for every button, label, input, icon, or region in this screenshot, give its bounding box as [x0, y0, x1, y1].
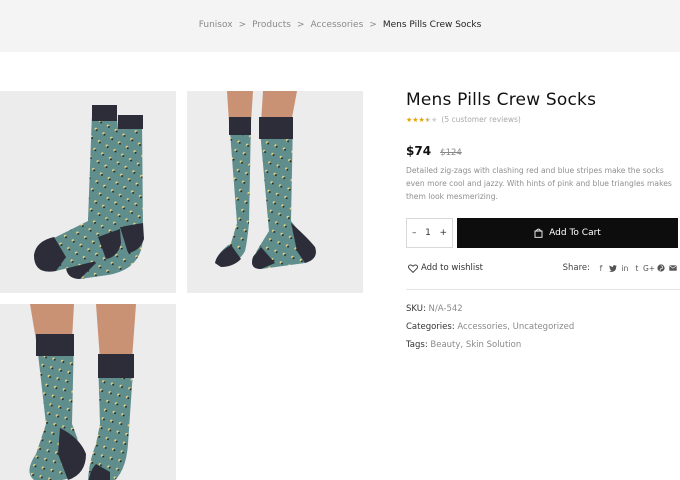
quantity-stepper[interactable]: – 1 + [406, 218, 453, 248]
product-description: Detailed zig-zags with clashing red and … [406, 166, 672, 201]
add-to-cart-button[interactable]: Add To Cart [457, 218, 678, 248]
product-image-flat[interactable] [0, 91, 176, 293]
tags-row: Tags: Beauty, Skin Solution [406, 340, 521, 350]
breadcrumb-separator: > [369, 20, 377, 30]
twitter-icon[interactable] [608, 263, 618, 273]
product-image-closeup[interactable] [0, 304, 176, 480]
breadcrumb: Funisox > Products > Accessories > Mens Pills … [0, 20, 680, 30]
tumblr-icon[interactable]: t [632, 263, 642, 273]
socks-flat-illustration [34, 105, 144, 279]
original-price: $124 [440, 148, 462, 158]
wishlist-label: Add to wishlist [421, 263, 484, 273]
quantity-decrement-button[interactable]: – [412, 228, 417, 238]
category-separator: , [507, 322, 510, 332]
current-price: $74 [406, 144, 432, 158]
rating-stars: ★★★★★★ [406, 115, 438, 124]
breadcrumb-products[interactable]: Products [252, 20, 291, 30]
facebook-icon[interactable]: f [596, 263, 606, 273]
product-image-worn[interactable] [187, 91, 363, 293]
linkedin-icon[interactable]: in [620, 263, 630, 273]
shopping-bag-icon [534, 228, 543, 238]
quantity-value[interactable]: 1 [425, 228, 431, 238]
categories-row: Categories: Accessories, Uncategorized [406, 322, 574, 332]
breadcrumb-separator: > [238, 20, 247, 30]
google-plus-icon[interactable]: G+ [643, 263, 655, 273]
breadcrumb-bar: Funisox > Products > Accessories > Mens Pills … [0, 0, 680, 52]
product-price: $74 $124 [406, 140, 462, 159]
categories-label: Categories: [406, 322, 455, 332]
tag-separator: , [460, 340, 464, 350]
sku-label: SKU: [406, 304, 426, 314]
tag-link-skin-solution[interactable]: Skin Solution [466, 340, 521, 350]
product-rating[interactable]: ★★★★★★ (5 customer reviews) [406, 115, 521, 124]
socks-worn-illustration [215, 91, 316, 269]
section-divider [406, 289, 680, 290]
share-label: Share: [562, 263, 590, 273]
breadcrumb-accessories[interactable]: Accessories [311, 20, 364, 30]
category-link-accessories[interactable]: Accessories [457, 322, 507, 332]
breadcrumb-current: Mens Pills Crew Socks [382, 20, 482, 30]
product-title: Mens Pills Crew Socks [406, 90, 597, 110]
heart-icon [408, 263, 418, 273]
add-to-wishlist-button[interactable]: Add to wishlist [408, 263, 483, 273]
sku-row: SKU: N/A-542 [406, 304, 463, 314]
tags-label: Tags: [406, 340, 428, 350]
quantity-increment-button[interactable]: + [439, 228, 447, 238]
share-bar: Share: f in t G+ [563, 263, 678, 273]
socks-closeup-illustration [29, 304, 136, 480]
breadcrumb-separator: > [296, 20, 305, 30]
breadcrumb-home[interactable]: Funisox [199, 20, 233, 30]
email-icon[interactable] [668, 263, 678, 273]
sku-value: N/A-542 [428, 304, 463, 314]
review-count-link[interactable]: (5 customer reviews) [441, 115, 520, 124]
category-link-uncategorized[interactable]: Uncategorized [513, 322, 575, 332]
tag-link-beauty[interactable]: Beauty [430, 340, 460, 350]
pinterest-icon[interactable] [656, 263, 666, 273]
add-to-cart-label: Add To Cart [549, 228, 601, 238]
